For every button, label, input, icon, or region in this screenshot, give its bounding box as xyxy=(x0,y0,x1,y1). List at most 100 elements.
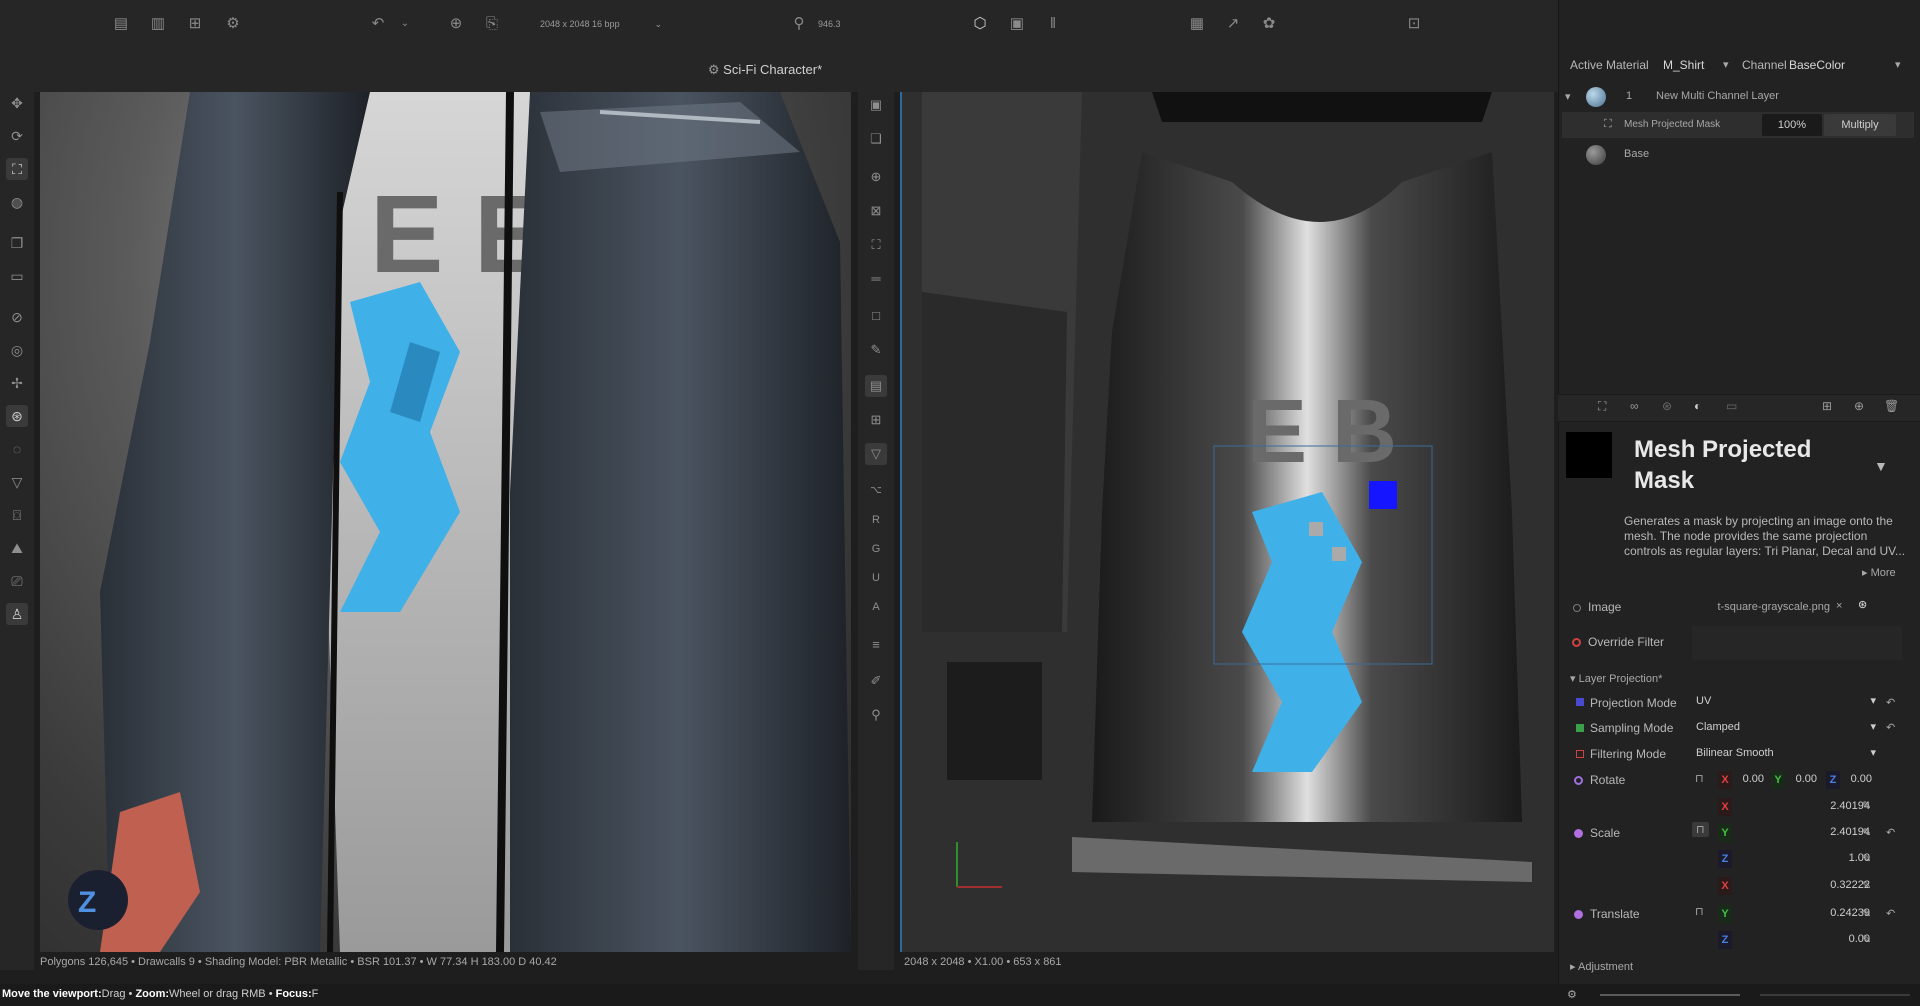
channel-r-label[interactable]: R xyxy=(865,509,887,531)
console-icon[interactable]: ⊡ xyxy=(1403,13,1425,35)
share-icon[interactable]: ↗ xyxy=(1222,13,1244,35)
delete-icon[interactable]: 🗑 xyxy=(1884,399,1899,413)
link-icon[interactable]: ∞ xyxy=(1630,399,1639,413)
2d-view-icon[interactable]: ▣ xyxy=(1006,13,1028,35)
clear-icon[interactable]: × xyxy=(1836,600,1842,612)
save-layer-icon[interactable]: ▣ xyxy=(865,94,887,116)
viewport-uv[interactable]: E B xyxy=(900,92,1554,952)
expand-chevron-icon[interactable]: ▾ xyxy=(1565,90,1571,103)
rotate-x-value[interactable]: 0.00 xyxy=(1732,773,1764,785)
filtering-mode-select[interactable]: Bilinear Smooth ▾ xyxy=(1690,742,1880,764)
display-icon[interactable]: ⎚ xyxy=(6,570,28,592)
edit-icon[interactable]: ✎ xyxy=(1862,907,1871,920)
edit-icon[interactable]: ✎ xyxy=(1862,799,1871,812)
reset-icon[interactable]: ↶ xyxy=(1886,696,1895,709)
translate-y-value[interactable]: 0.24239 xyxy=(1780,907,1870,919)
move-icon[interactable]: ✥ xyxy=(6,92,28,114)
viewport-3d[interactable]: E E Z xyxy=(40,92,851,952)
edit-icon[interactable]: ✎ xyxy=(1862,879,1871,892)
layers-icon[interactable]: ≡ xyxy=(865,634,887,656)
grid-icon[interactable]: ▤ xyxy=(865,375,887,397)
crosshair-icon[interactable]: ⊕ xyxy=(865,166,887,188)
copy-icon[interactable]: ❐ xyxy=(6,232,28,254)
layer-row-multichannel[interactable]: ▾ 1 New Multi Channel Layer xyxy=(1562,84,1914,110)
scene-icon[interactable]: ⊞ xyxy=(184,13,206,35)
line-icon[interactable]: ═ xyxy=(865,268,887,290)
plugins-icon[interactable]: ✿ xyxy=(1258,13,1280,35)
translate-x-value[interactable]: 0.32222 xyxy=(1780,879,1870,891)
layer-row-mask[interactable]: ⛶ Mesh Projected Mask 100% Multiply xyxy=(1562,112,1914,138)
lasso-icon[interactable]: ◌ xyxy=(6,438,28,460)
picker-icon[interactable]: ⚲ xyxy=(865,704,887,726)
override-filter-field[interactable] xyxy=(1692,626,1902,660)
brush-tool-icon[interactable]: ⚲ xyxy=(788,13,810,35)
transform-icon[interactable]: ⊛ xyxy=(6,405,28,427)
globe-icon[interactable]: ◍ xyxy=(6,191,28,213)
rectangle-icon[interactable]: □ xyxy=(865,305,887,327)
edit-icon[interactable]: ✎ xyxy=(1862,826,1871,839)
collapse-chevron-icon[interactable]: ▼ xyxy=(1874,458,1888,474)
reset-icon[interactable]: ↶ xyxy=(1886,907,1895,920)
scale-z-value[interactable]: 1.00 xyxy=(1780,852,1870,864)
scale-lock-icon[interactable]: ⊓ xyxy=(1692,822,1709,837)
edit-icon[interactable]: ✎ xyxy=(1862,933,1871,946)
settings-icon[interactable]: ⚙ xyxy=(222,13,244,35)
export-icon[interactable]: ⎘ xyxy=(481,13,503,35)
pattern-icon[interactable]: ⊠ xyxy=(865,200,887,222)
new-folder-icon[interactable]: ⊞ xyxy=(1822,399,1832,413)
pan-icon[interactable]: ✢ xyxy=(6,372,28,394)
rotate-y-value[interactable]: 0.00 xyxy=(1785,773,1817,785)
filter-icon[interactable]: ▽ xyxy=(6,471,28,493)
layer-row-base[interactable]: Base xyxy=(1562,142,1914,168)
channel-select[interactable]: BaseColor xyxy=(1789,58,1845,72)
image-filename[interactable]: t-square-grayscale.png xyxy=(1690,601,1830,613)
projection-mode-select[interactable]: UV ▾ xyxy=(1690,690,1880,712)
undo-history-chevron-icon[interactable]: ⌄ xyxy=(394,13,416,35)
orbit-icon[interactable]: ⊘ xyxy=(6,306,28,328)
layout-icon[interactable]: ▥ xyxy=(147,13,169,35)
clipboard-icon[interactable]: ❏ xyxy=(865,128,887,150)
image-link-icon[interactable]: ⊛ xyxy=(1858,598,1867,611)
frame-icon[interactable]: ⛶ xyxy=(6,158,28,180)
paste-icon[interactable]: ▭ xyxy=(6,265,28,287)
3d-view-icon[interactable]: ⬡ xyxy=(969,13,991,35)
layer-projection-section[interactable]: ▾ Layer Projection* xyxy=(1570,672,1662,685)
lock-icon[interactable]: ⊓ xyxy=(1695,905,1704,918)
edit-icon[interactable]: ✎ xyxy=(1862,852,1871,865)
camera-icon[interactable]: ⌼ xyxy=(6,504,28,526)
bake-icon[interactable]: ▦ xyxy=(1186,13,1208,35)
effect-icon[interactable]: ⊛ xyxy=(1662,399,1672,413)
reset-icon[interactable]: ↶ xyxy=(1886,721,1895,734)
eyedropper-icon[interactable]: ✐ xyxy=(865,670,887,692)
reset-icon[interactable]: ↶ xyxy=(1886,826,1895,839)
channel-g-label[interactable]: G xyxy=(865,538,887,560)
more-link[interactable]: ▸ More xyxy=(1862,566,1896,579)
add-layer-icon[interactable]: ⊕ xyxy=(1854,399,1864,413)
pen-icon[interactable]: ✎ xyxy=(865,339,887,361)
lock-icon[interactable]: ⊓ xyxy=(1695,772,1704,785)
settings-icon[interactable]: ⚙ xyxy=(1567,988,1577,1001)
filter-icon[interactable]: ▽ xyxy=(865,443,887,465)
frame-icon[interactable]: ⛶ xyxy=(865,234,887,256)
terrain-icon[interactable]: ⛰ xyxy=(6,537,28,559)
scale-x-value[interactable]: 2.40194 xyxy=(1780,800,1870,812)
target-icon[interactable]: ◎ xyxy=(6,339,28,361)
mask-contrast-icon[interactable]: ◐ xyxy=(1694,399,1701,413)
split-view-icon[interactable]: ‖ xyxy=(1042,13,1064,35)
save-icon[interactable]: ▤ xyxy=(110,13,132,35)
crop-icon[interactable]: ⛶ xyxy=(1598,399,1606,414)
rotate-z-value[interactable]: 0.00 xyxy=(1840,773,1872,785)
uv-icon[interactable]: ⌥ xyxy=(865,480,887,502)
folder-icon[interactable]: ▭ xyxy=(1726,399,1737,413)
add-icon[interactable]: ⊕ xyxy=(445,13,467,35)
opacity-field[interactable]: 100% xyxy=(1762,114,1822,136)
character-icon[interactable]: ♙ xyxy=(6,603,28,625)
checker-icon[interactable]: ⊞ xyxy=(865,409,887,431)
channel-a-label[interactable]: A xyxy=(865,596,887,618)
scale-y-value[interactable]: 2.40194 xyxy=(1780,826,1870,838)
translate-z-value[interactable]: 0.00 xyxy=(1780,933,1870,945)
undo-icon[interactable]: ↶ xyxy=(367,13,389,35)
adjustment-section[interactable]: ▸ Adjustment xyxy=(1570,960,1633,973)
sampling-mode-select[interactable]: Clamped ▾ xyxy=(1690,716,1880,738)
resolution-select[interactable]: 2048 x 2048 16 bpp ⌄ xyxy=(540,13,662,35)
